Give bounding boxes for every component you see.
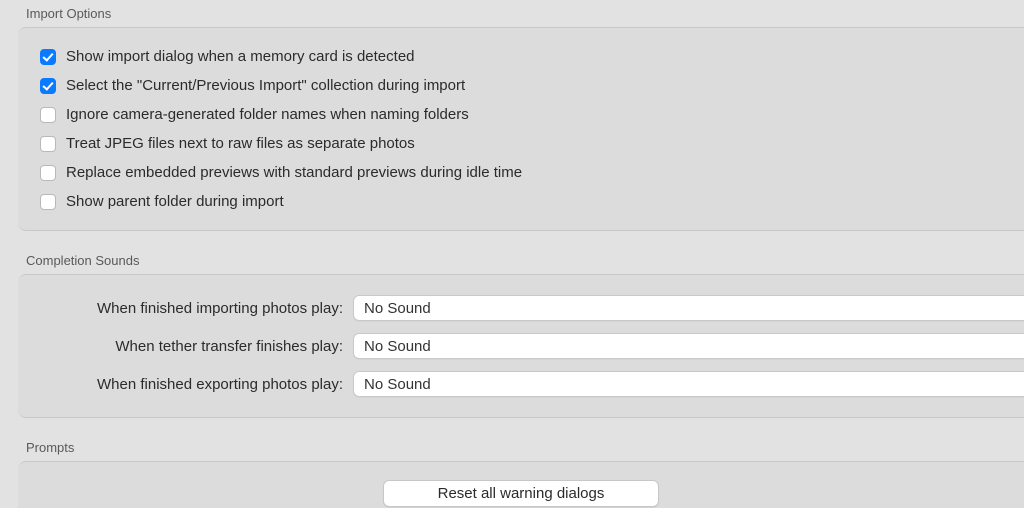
checkbox-row-show-parent-folder[interactable]: Show parent folder during import	[18, 187, 1024, 216]
checkbox-row-ignore-camera-folders[interactable]: Ignore camera-generated folder names whe…	[18, 100, 1024, 129]
sound-select-export[interactable]: No Sound	[353, 371, 1024, 397]
reset-warning-dialogs-button[interactable]: Reset all warning dialogs	[383, 480, 660, 507]
checkbox-icon[interactable]	[40, 78, 56, 94]
checkbox-label: Show parent folder during import	[66, 193, 284, 210]
select-value: No Sound	[364, 338, 431, 355]
checkbox-row-show-import-dialog[interactable]: Show import dialog when a memory card is…	[18, 42, 1024, 71]
sound-select-tether[interactable]: No Sound	[353, 333, 1024, 359]
sound-label: When finished exporting photos play:	[18, 376, 353, 393]
checkbox-label: Treat JPEG files next to raw files as se…	[66, 135, 415, 152]
checkbox-icon[interactable]	[40, 136, 56, 152]
checkbox-row-treat-jpeg-separate[interactable]: Treat JPEG files next to raw files as se…	[18, 129, 1024, 158]
prompts-body: Reset all warning dialogs	[18, 461, 1024, 508]
checkbox-icon[interactable]	[40, 107, 56, 123]
completion-sounds-body: When finished importing photos play: No …	[18, 274, 1024, 418]
checkbox-icon[interactable]	[40, 165, 56, 181]
prompts-section: Prompts Reset all warning dialogs	[0, 434, 1024, 508]
sound-label: When tether transfer finishes play:	[18, 338, 353, 355]
sound-label: When finished importing photos play:	[18, 300, 353, 317]
checkbox-label: Select the "Current/Previous Import" col…	[66, 77, 465, 94]
sound-row-import: When finished importing photos play: No …	[18, 289, 1024, 327]
prompts-title: Prompts	[0, 434, 1024, 461]
preferences-panel: Import Options Show import dialog when a…	[0, 0, 1024, 508]
import-options-title: Import Options	[0, 0, 1024, 27]
sound-row-export: When finished exporting photos play: No …	[18, 365, 1024, 403]
import-options-body: Show import dialog when a memory card is…	[18, 27, 1024, 231]
checkbox-row-replace-previews[interactable]: Replace embedded previews with standard …	[18, 158, 1024, 187]
checkbox-label: Replace embedded previews with standard …	[66, 164, 522, 181]
import-options-section: Import Options Show import dialog when a…	[0, 0, 1024, 231]
sound-select-import[interactable]: No Sound	[353, 295, 1024, 321]
checkbox-icon[interactable]	[40, 194, 56, 210]
checkbox-label: Ignore camera-generated folder names whe…	[66, 106, 469, 123]
checkbox-icon[interactable]	[40, 49, 56, 65]
checkbox-row-select-current-previous[interactable]: Select the "Current/Previous Import" col…	[18, 71, 1024, 100]
sound-row-tether: When tether transfer finishes play: No S…	[18, 327, 1024, 365]
completion-sounds-section: Completion Sounds When finished importin…	[0, 247, 1024, 418]
completion-sounds-title: Completion Sounds	[0, 247, 1024, 274]
checkbox-label: Show import dialog when a memory card is…	[66, 48, 415, 65]
select-value: No Sound	[364, 376, 431, 393]
select-value: No Sound	[364, 300, 431, 317]
